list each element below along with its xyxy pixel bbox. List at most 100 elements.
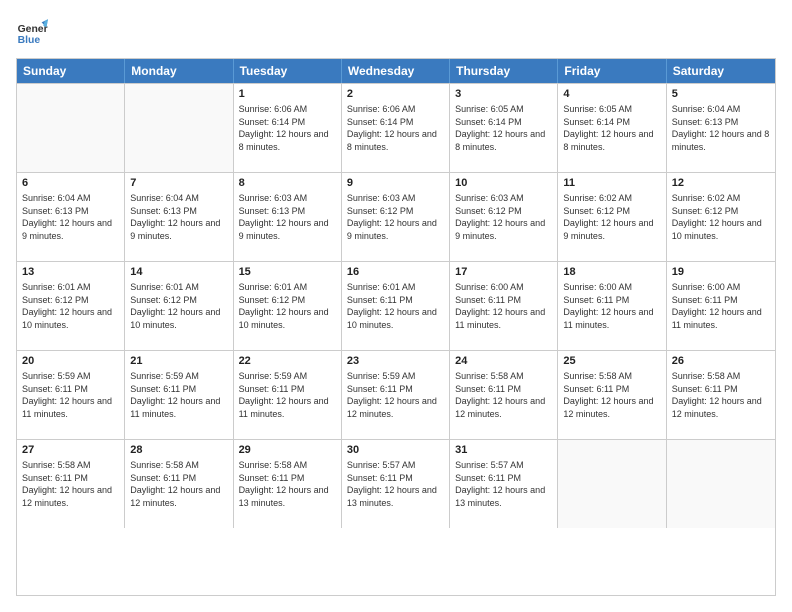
calendar-cell-29: 29 Sunrise: 5:58 AMSunset: 6:11 PMDayligh…: [234, 440, 342, 528]
calendar-cell-empty: [125, 84, 233, 172]
calendar-cell-7: 7Sunrise: 6:04 AMSunset: 6:13 PMDaylight…: [125, 173, 233, 261]
calendar-cell-12: 12 Sunrise: 6:02 AMSunset: 6:12 PMDayligh…: [667, 173, 775, 261]
cell-detail: Sunrise: 5:58 AMSunset: 6:11 PMDaylight:…: [563, 370, 660, 420]
calendar-cell-30: 30Sunrise: 5:57 AMSunset: 6:11 PMDayligh…: [342, 440, 450, 528]
cell-detail: Sunrise: 6:04 AMSunset: 6:13 PMDaylight:…: [22, 192, 119, 242]
day-number: 12: [672, 177, 770, 189]
calendar-cell-17: 17 Sunrise: 6:00 AMSunset: 6:11 PMDayligh…: [450, 262, 558, 350]
day-number: 13: [22, 266, 119, 278]
day-number: 21: [130, 355, 227, 367]
header-day-monday: Monday: [125, 59, 233, 83]
cell-detail: Sunrise: 6:05 AMSunset: 6:14 PMDaylight:…: [455, 103, 552, 153]
calendar-row-1: 6 Sunrise: 6:04 AMSunset: 6:13 PMDaylight…: [17, 172, 775, 261]
calendar-row-3: 20 Sunrise: 5:59 AMSunset: 6:11 PMDayligh…: [17, 350, 775, 439]
calendar-cell-5: 5 Sunrise: 6:04 AMSunset: 6:13 PMDaylight…: [667, 84, 775, 172]
cell-detail: Sunrise: 5:57 AMSunset: 6:11 PMDaylight:…: [455, 459, 552, 509]
calendar-cell-26: 26 Sunrise: 5:58 AMSunset: 6:11 PMDayligh…: [667, 351, 775, 439]
day-number: 2: [347, 88, 444, 100]
calendar-cell-11: 11 Sunrise: 6:02 AMSunset: 6:12 PMDayligh…: [558, 173, 666, 261]
day-number: 27: [22, 444, 119, 456]
calendar-cell-16: 16Sunrise: 6:01 AMSunset: 6:11 PMDayligh…: [342, 262, 450, 350]
header-day-thursday: Thursday: [450, 59, 558, 83]
page: General Blue SundayMondayTuesdayWednesda…: [0, 0, 792, 612]
cell-detail: Sunrise: 5:58 AMSunset: 6:11 PMDaylight:…: [672, 370, 770, 420]
day-number: 5: [672, 88, 770, 100]
calendar-header: SundayMondayTuesdayWednesdayThursdayFrid…: [17, 59, 775, 83]
calendar-cell-14: 14 Sunrise: 6:01 AMSunset: 6:12 PMDayligh…: [125, 262, 233, 350]
calendar-cell-24: 24Sunrise: 5:58 AMSunset: 6:11 PMDayligh…: [450, 351, 558, 439]
day-number: 14: [130, 266, 227, 278]
cell-detail: Sunrise: 6:01 AMSunset: 6:12 PMDaylight:…: [130, 281, 227, 331]
cell-detail: Sunrise: 5:58 AMSunset: 6:11 PMDaylight:…: [239, 459, 336, 509]
day-number: 6: [22, 177, 119, 189]
cell-detail: Sunrise: 5:59 AMSunset: 6:11 PMDaylight:…: [130, 370, 227, 420]
cell-detail: Sunrise: 6:00 AMSunset: 6:11 PMDaylight:…: [455, 281, 552, 331]
day-number: 10: [455, 177, 552, 189]
calendar-cell-empty: [17, 84, 125, 172]
calendar-cell-28: 28Sunrise: 5:58 AMSunset: 6:11 PMDayligh…: [125, 440, 233, 528]
calendar: SundayMondayTuesdayWednesdayThursdayFrid…: [16, 58, 776, 596]
cell-detail: Sunrise: 5:58 AMSunset: 6:11 PMDaylight:…: [455, 370, 552, 420]
calendar-cell-18: 18Sunrise: 6:00 AMSunset: 6:11 PMDayligh…: [558, 262, 666, 350]
cell-detail: Sunrise: 6:02 AMSunset: 6:12 PMDaylight:…: [563, 192, 660, 242]
day-number: 23: [347, 355, 444, 367]
day-number: 29: [239, 444, 336, 456]
calendar-cell-19: 19Sunrise: 6:00 AMSunset: 6:11 PMDayligh…: [667, 262, 775, 350]
cell-detail: Sunrise: 5:59 AMSunset: 6:11 PMDaylight:…: [22, 370, 119, 420]
header-day-tuesday: Tuesday: [234, 59, 342, 83]
calendar-cell-23: 23 Sunrise: 5:59 AMSunset: 6:11 PMDayligh…: [342, 351, 450, 439]
day-number: 20: [22, 355, 119, 367]
calendar-cell-9: 9 Sunrise: 6:03 AMSunset: 6:12 PMDaylight…: [342, 173, 450, 261]
svg-text:Blue: Blue: [18, 35, 41, 46]
day-number: 3: [455, 88, 552, 100]
calendar-cell-2: 2 Sunrise: 6:06 AMSunset: 6:14 PMDaylight…: [342, 84, 450, 172]
cell-detail: Sunrise: 5:58 AMSunset: 6:11 PMDaylight:…: [22, 459, 119, 509]
calendar-cell-8: 8Sunrise: 6:03 AMSunset: 6:13 PMDaylight…: [234, 173, 342, 261]
day-number: 9: [347, 177, 444, 189]
calendar-cell-22: 22Sunrise: 5:59 AMSunset: 6:11 PMDayligh…: [234, 351, 342, 439]
cell-detail: Sunrise: 6:01 AMSunset: 6:12 PMDaylight:…: [239, 281, 336, 331]
calendar-cell-6: 6 Sunrise: 6:04 AMSunset: 6:13 PMDaylight…: [17, 173, 125, 261]
cell-detail: Sunrise: 5:57 AMSunset: 6:11 PMDaylight:…: [347, 459, 444, 509]
calendar-body: 1 Sunrise: 6:06 AMSunset: 6:14 PMDaylight…: [17, 83, 775, 528]
header-day-wednesday: Wednesday: [342, 59, 450, 83]
logo-icon: General Blue: [16, 16, 48, 48]
calendar-cell-13: 13 Sunrise: 6:01 AMSunset: 6:12 PMDayligh…: [17, 262, 125, 350]
header: General Blue: [16, 16, 776, 48]
calendar-cell-4: 4 Sunrise: 6:05 AMSunset: 6:14 PMDaylight…: [558, 84, 666, 172]
day-number: 25: [563, 355, 660, 367]
cell-detail: Sunrise: 6:05 AMSunset: 6:14 PMDaylight:…: [563, 103, 660, 153]
cell-detail: Sunrise: 6:00 AMSunset: 6:11 PMDaylight:…: [563, 281, 660, 331]
day-number: 15: [239, 266, 336, 278]
day-number: 1: [239, 88, 336, 100]
calendar-cell-27: 27 Sunrise: 5:58 AMSunset: 6:11 PMDayligh…: [17, 440, 125, 528]
day-number: 4: [563, 88, 660, 100]
cell-detail: Sunrise: 6:06 AMSunset: 6:14 PMDaylight:…: [347, 103, 444, 153]
day-number: 7: [130, 177, 227, 189]
day-number: 11: [563, 177, 660, 189]
cell-detail: Sunrise: 6:03 AMSunset: 6:12 PMDaylight:…: [347, 192, 444, 242]
calendar-row-4: 27 Sunrise: 5:58 AMSunset: 6:11 PMDayligh…: [17, 439, 775, 528]
cell-detail: Sunrise: 6:01 AMSunset: 6:12 PMDaylight:…: [22, 281, 119, 331]
calendar-cell-10: 10 Sunrise: 6:03 AMSunset: 6:12 PMDayligh…: [450, 173, 558, 261]
calendar-cell-empty: [558, 440, 666, 528]
calendar-cell-3: 3 Sunrise: 6:05 AMSunset: 6:14 PMDaylight…: [450, 84, 558, 172]
logo: General Blue: [16, 16, 48, 48]
calendar-row-0: 1 Sunrise: 6:06 AMSunset: 6:14 PMDaylight…: [17, 83, 775, 172]
day-number: 8: [239, 177, 336, 189]
cell-detail: Sunrise: 6:06 AMSunset: 6:14 PMDaylight:…: [239, 103, 336, 153]
header-day-friday: Friday: [558, 59, 666, 83]
calendar-cell-1: 1 Sunrise: 6:06 AMSunset: 6:14 PMDaylight…: [234, 84, 342, 172]
cell-detail: Sunrise: 6:00 AMSunset: 6:11 PMDaylight:…: [672, 281, 770, 331]
cell-detail: Sunrise: 5:59 AMSunset: 6:11 PMDaylight:…: [347, 370, 444, 420]
calendar-cell-empty: [667, 440, 775, 528]
calendar-cell-25: 25 Sunrise: 5:58 AMSunset: 6:11 PMDayligh…: [558, 351, 666, 439]
cell-detail: Sunrise: 6:02 AMSunset: 6:12 PMDaylight:…: [672, 192, 770, 242]
day-number: 17: [455, 266, 552, 278]
calendar-cell-31: 31Sunrise: 5:57 AMSunset: 6:11 PMDayligh…: [450, 440, 558, 528]
day-number: 22: [239, 355, 336, 367]
cell-detail: Sunrise: 6:04 AMSunset: 6:13 PMDaylight:…: [672, 103, 770, 153]
cell-detail: Sunrise: 6:03 AMSunset: 6:12 PMDaylight:…: [455, 192, 552, 242]
day-number: 26: [672, 355, 770, 367]
calendar-cell-21: 21 Sunrise: 5:59 AMSunset: 6:11 PMDayligh…: [125, 351, 233, 439]
